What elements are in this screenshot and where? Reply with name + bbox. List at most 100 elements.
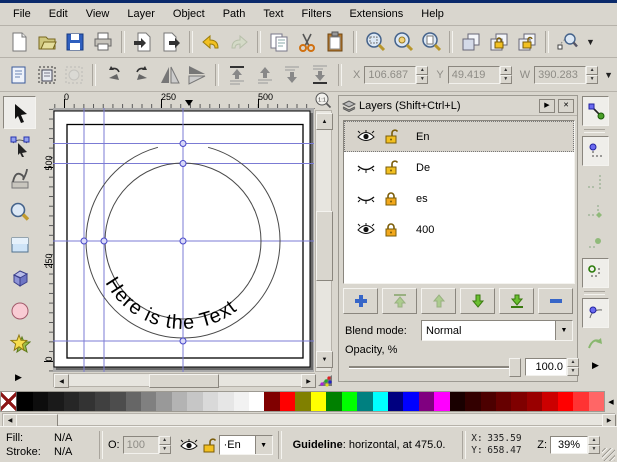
menu-file[interactable]: File: [4, 5, 40, 23]
copy-button[interactable]: [266, 29, 292, 55]
palette-swatch[interactable]: [341, 392, 358, 411]
menu-edit[interactable]: Edit: [40, 5, 77, 23]
palette-swatch[interactable]: [387, 392, 404, 411]
panel-menu-button[interactable]: ▶: [539, 98, 555, 113]
lock-open-icon[interactable]: [384, 129, 398, 144]
snap-bbox-edges-button[interactable]: [582, 168, 607, 196]
layer-row[interactable]: En: [344, 121, 574, 152]
new-document-button[interactable]: [6, 29, 32, 55]
palette-swatch[interactable]: [542, 392, 558, 411]
create-clone-button[interactable]: [486, 29, 512, 55]
palette-swatch[interactable]: [465, 392, 481, 411]
visibility-off-icon[interactable]: [356, 192, 376, 205]
export-button[interactable]: [158, 29, 184, 55]
palette-swatch[interactable]: [573, 392, 589, 411]
current-layer-select[interactable]: ·En ▼: [218, 435, 273, 455]
lock-open-icon[interactable]: [384, 160, 398, 175]
deselect-button[interactable]: [61, 62, 87, 88]
raise-layer-button[interactable]: [421, 288, 456, 314]
duplicate-button[interactable]: [458, 29, 484, 55]
paste-button[interactable]: [322, 29, 348, 55]
toolbar-overflow-button[interactable]: ▼: [582, 37, 599, 47]
raise-to-top-button[interactable]: [224, 62, 250, 88]
palette-scroll-left-icon[interactable]: ◀: [605, 391, 617, 412]
layer-row[interactable]: es: [344, 183, 574, 214]
vertical-ruler[interactable]: 500 250 0: [40, 108, 54, 372]
visibility-on-icon[interactable]: [356, 223, 376, 236]
tool-rectangle[interactable]: [3, 228, 36, 261]
layer-visibility-icon[interactable]: [179, 438, 199, 452]
fill-stroke-indicator[interactable]: Fill: N/A Stroke: N/A: [0, 432, 94, 458]
find-button[interactable]: [554, 29, 580, 55]
horizontal-ruler[interactable]: 0 250 500: [53, 92, 315, 109]
menu-text[interactable]: Text: [254, 5, 292, 23]
add-layer-button[interactable]: [343, 288, 378, 314]
scroll-right-button[interactable]: ▶: [301, 374, 316, 388]
palette-swatch[interactable]: [202, 392, 219, 411]
color-management-icon[interactable]: [317, 373, 333, 390]
palette-swatch[interactable]: [32, 392, 49, 411]
palette-swatch[interactable]: [511, 392, 527, 411]
lower-button[interactable]: [280, 62, 306, 88]
snap-smooth-nodes-button[interactable]: [582, 298, 609, 328]
snap-rotation-center-button[interactable]: [582, 330, 607, 358]
flip-horizontal-button[interactable]: [157, 62, 183, 88]
palette-swatch[interactable]: [357, 392, 373, 411]
lower-layer-to-bottom-button[interactable]: [499, 288, 534, 314]
menu-view[interactable]: View: [77, 5, 119, 23]
menu-layer[interactable]: Layer: [118, 5, 164, 23]
horizontal-scrollbar[interactable]: ◀ ▶: [53, 373, 316, 388]
palette-swatch[interactable]: [233, 392, 249, 411]
open-button[interactable]: [34, 29, 60, 55]
menu-help[interactable]: Help: [412, 5, 453, 23]
palette-swatch[interactable]: [218, 392, 234, 411]
redo-button[interactable]: [226, 29, 252, 55]
rotate-ccw-button[interactable]: [101, 62, 127, 88]
spin-up[interactable]: ▲: [416, 65, 429, 75]
menu-extensions[interactable]: Extensions: [340, 5, 412, 23]
scroll-up-button[interactable]: ▲: [316, 113, 333, 130]
palette-swatch[interactable]: [125, 392, 141, 411]
w-field[interactable]: 390.283 ▲ ▼: [534, 65, 599, 84]
palette-scrollbar[interactable]: ◀ ▶: [2, 413, 616, 427]
resize-grip[interactable]: [602, 448, 615, 461]
spin-up[interactable]: ▲: [158, 436, 171, 445]
tool-3d-box[interactable]: [3, 261, 36, 294]
zoom-page-button[interactable]: [418, 29, 444, 55]
spin-up[interactable]: ▲: [499, 65, 512, 75]
lower-layer-button[interactable]: [460, 288, 495, 314]
palette-swatch[interactable]: [63, 392, 80, 411]
opacity-slider-thumb[interactable]: [509, 358, 521, 377]
palette-swatch[interactable]: [480, 392, 496, 411]
lock-closed-icon[interactable]: [384, 191, 398, 206]
undo-button[interactable]: [198, 29, 224, 55]
raise-layer-to-top-button[interactable]: [382, 288, 417, 314]
zoom-spinbox[interactable]: 39% ▲ ▼: [550, 436, 600, 454]
palette-swatch[interactable]: [17, 392, 33, 411]
palette-swatch[interactable]: [264, 392, 280, 411]
blend-mode-select[interactable]: Normal ▼: [421, 320, 573, 341]
visibility-on-icon[interactable]: [356, 130, 376, 143]
palette-swatch[interactable]: [48, 392, 64, 411]
palette-swatch[interactable]: [79, 392, 95, 411]
lower-to-bottom-button[interactable]: [307, 62, 333, 88]
tool-node-editor[interactable]: [3, 129, 36, 162]
visibility-off-icon[interactable]: [356, 161, 376, 174]
vertical-scrollbar[interactable]: ▲ ▼: [315, 110, 333, 372]
select-all-button[interactable]: [6, 62, 32, 88]
flip-vertical-button[interactable]: [184, 62, 210, 88]
y-field[interactable]: 49.419 ▲ ▼: [447, 65, 512, 84]
palette-swatch[interactable]: [496, 392, 512, 411]
palette-swatch[interactable]: [156, 392, 172, 411]
spin-down[interactable]: ▼: [416, 74, 429, 84]
zoom-selection-button[interactable]: [362, 29, 388, 55]
rotate-cw-button[interactable]: [129, 62, 155, 88]
select-all-layers-button[interactable]: [34, 62, 60, 88]
snap-toolbar-overflow[interactable]: ▶: [582, 360, 609, 371]
layer-row[interactable]: 400: [344, 214, 574, 245]
tool-ellipse[interactable]: [3, 294, 36, 327]
layer-lock-icon[interactable]: [202, 437, 216, 453]
horizontal-scroll-thumb[interactable]: [149, 374, 219, 388]
palette-swatch[interactable]: [140, 392, 157, 411]
zoom-drawing-button[interactable]: [390, 29, 416, 55]
